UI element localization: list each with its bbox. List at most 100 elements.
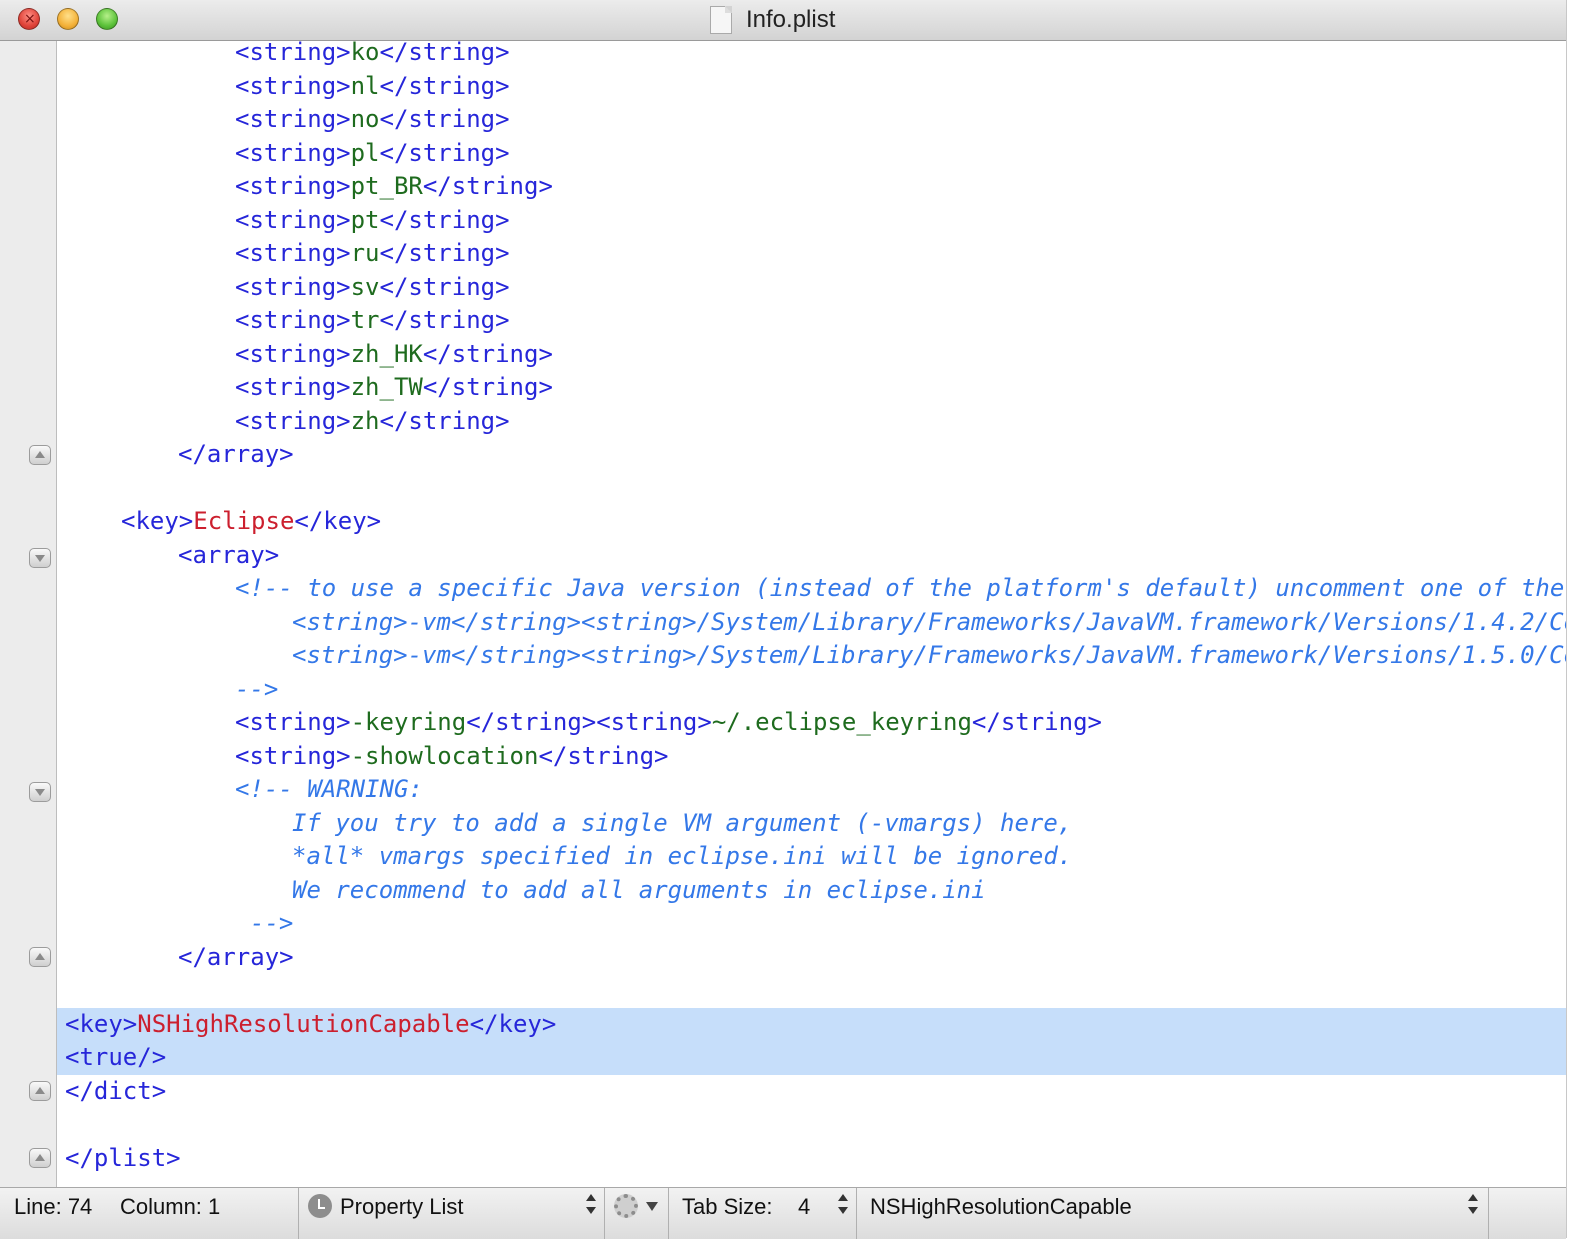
code-tag: <string>	[235, 239, 351, 267]
code-line[interactable]: <true/>	[57, 1041, 1566, 1075]
fold-arrow-down-icon[interactable]	[29, 548, 51, 568]
code-tag: </string>	[379, 205, 510, 234]
code-line[interactable]: <string>pt_BR</string>	[57, 170, 553, 204]
code-key-text: NSHighResolutionCapable	[137, 1009, 470, 1038]
window-edge	[1566, 0, 1594, 1238]
code-line[interactable]: If you try to add a single VM argument (…	[57, 807, 1072, 841]
code-line[interactable]: <string>nl</string>	[57, 70, 510, 104]
fold-arrow-down-icon[interactable]	[29, 782, 51, 802]
code-key-text: Eclipse	[193, 507, 295, 535]
code-line[interactable]: <string>sv</string>	[57, 271, 510, 305]
code-tag: </string>	[379, 306, 510, 334]
tab-size-label: Tab Size:	[682, 1194, 773, 1219]
code-tag: <string>	[235, 373, 351, 401]
code-line[interactable]: <string>-vm</string><string>/System/Libr…	[57, 606, 1566, 640]
code-line[interactable]: </dict>	[57, 1075, 166, 1109]
code-tag: <string>	[235, 205, 351, 234]
fold-gutter	[0, 41, 57, 1187]
code-value-text: no	[350, 105, 380, 133]
status-divider	[1488, 1188, 1489, 1239]
code-value-text: ru	[350, 239, 380, 267]
code-line[interactable]: </array>	[57, 438, 294, 472]
code-line[interactable]: <string>zh_TW</string>	[57, 371, 553, 405]
code-line[interactable]: <string>pt</string>	[57, 204, 510, 238]
code-tag: </string>	[422, 172, 553, 200]
code-tag: </string>	[379, 138, 510, 167]
code-line[interactable]: <string>zh_HK</string>	[57, 338, 553, 372]
code-line[interactable]: <!-- WARNING:	[57, 773, 423, 807]
symbol-popup-arrows-icon[interactable]	[1468, 1194, 1478, 1216]
code-tag: </string>	[379, 71, 510, 100]
code-value-text: zh_TW	[350, 373, 423, 401]
code-line[interactable]: -->	[57, 673, 278, 707]
code-value-text: zh	[350, 406, 380, 435]
code-tag: </string><string>	[466, 708, 712, 736]
code-tag: <string>	[235, 406, 351, 435]
code-tag: </string>	[379, 239, 510, 267]
code-tag: </string>	[422, 373, 553, 401]
code-line[interactable]: -->	[57, 907, 293, 941]
code-line[interactable]: <array>	[57, 539, 279, 573]
code-value-text: ko	[350, 41, 380, 66]
symbol-popup[interactable]: NSHighResolutionCapable	[870, 1192, 1132, 1222]
code-tag: <string>	[235, 741, 351, 770]
code-tag: <array>	[178, 540, 280, 569]
code-line[interactable]: <string>ru</string>	[57, 237, 510, 271]
code-line[interactable]: <string>no</string>	[57, 103, 510, 137]
code-line[interactable]: </plist>	[57, 1142, 181, 1176]
document-proxy-icon[interactable]	[710, 6, 732, 34]
code-tag: <string>	[235, 71, 351, 100]
code-comment: <!-- WARNING:	[235, 775, 423, 803]
code-tag: </array>	[178, 942, 294, 971]
code-value-text: -keyring	[350, 708, 467, 736]
code-tag: <string>	[235, 41, 351, 66]
code-tag: <string>	[235, 339, 351, 368]
code-editor[interactable]: <string>ko</string> <string>nl</string> <s…	[57, 41, 1566, 1187]
code-tag: <string>	[235, 172, 351, 200]
code-line[interactable]: </array>	[57, 941, 294, 975]
tab-size-stepper-icon[interactable]	[838, 1194, 848, 1216]
tab-size-value[interactable]: 4	[798, 1192, 810, 1222]
code-line[interactable]: <string>-showlocation</string>	[57, 740, 668, 774]
clock-icon	[308, 1194, 332, 1218]
code-comment: <string>-vm</string><string>/System/Libr…	[292, 641, 1566, 669]
line-indicator: Line: 74	[14, 1194, 93, 1219]
fold-arrow-up-icon[interactable]	[29, 1148, 51, 1168]
code-line[interactable]: <string>pl</string>	[57, 137, 510, 171]
code-comment: *all* vmargs specified in eclipse.ini wi…	[292, 842, 1073, 870]
fold-arrow-up-icon[interactable]	[29, 445, 51, 465]
code-comment: <!-- to use a specific Java version (ins…	[235, 574, 1566, 602]
code-line[interactable]: <key>NSHighResolutionCapable</key>	[57, 1007, 1566, 1041]
code-line[interactable]: <string>-vm</string><string>/System/Libr…	[57, 639, 1566, 673]
syntax-popup-arrows-icon[interactable]	[586, 1194, 596, 1216]
zoom-button[interactable]	[96, 8, 118, 30]
status-divider	[604, 1188, 605, 1239]
status-divider	[856, 1188, 857, 1239]
close-button[interactable]: ×	[18, 8, 40, 30]
window-title: Info.plist	[746, 6, 836, 33]
code-line[interactable]: We recommend to add all arguments in ecl…	[57, 874, 986, 908]
code-line[interactable]: *all* vmargs specified in eclipse.ini wi…	[57, 840, 1072, 874]
code-tag: </string>	[379, 272, 510, 301]
code-line[interactable]: <string>ko</string>	[57, 41, 510, 70]
code-line[interactable]: <string>tr</string>	[57, 304, 510, 338]
code-tag: </string>	[422, 339, 553, 368]
code-tag: <string>	[235, 708, 351, 736]
code-line[interactable]: <!-- to use a specific Java version (ins…	[57, 572, 1566, 606]
code-comment: If you try to add a single VM argument (…	[292, 808, 1073, 837]
fold-arrow-up-icon[interactable]	[29, 1081, 51, 1101]
code-tag: </plist>	[65, 1143, 181, 1172]
code-tag: <string>	[235, 138, 351, 167]
code-line[interactable]: <string>zh</string>	[57, 405, 510, 439]
minimize-button[interactable]	[57, 8, 79, 30]
code-value-text: nl	[350, 71, 380, 100]
gear-icon[interactable]	[614, 1194, 638, 1218]
chevron-down-icon[interactable]	[646, 1202, 658, 1211]
code-line[interactable]: <string>-keyring</string><string>~/.ecli…	[57, 706, 1102, 740]
fold-arrow-up-icon[interactable]	[29, 947, 51, 967]
code-line[interactable]: <key>Eclipse</key>	[57, 505, 381, 539]
code-tag: </string>	[379, 41, 510, 66]
code-value-text: pt_BR	[350, 172, 423, 200]
syntax-popup[interactable]: Property List	[340, 1192, 464, 1222]
close-icon: ×	[24, 11, 36, 27]
